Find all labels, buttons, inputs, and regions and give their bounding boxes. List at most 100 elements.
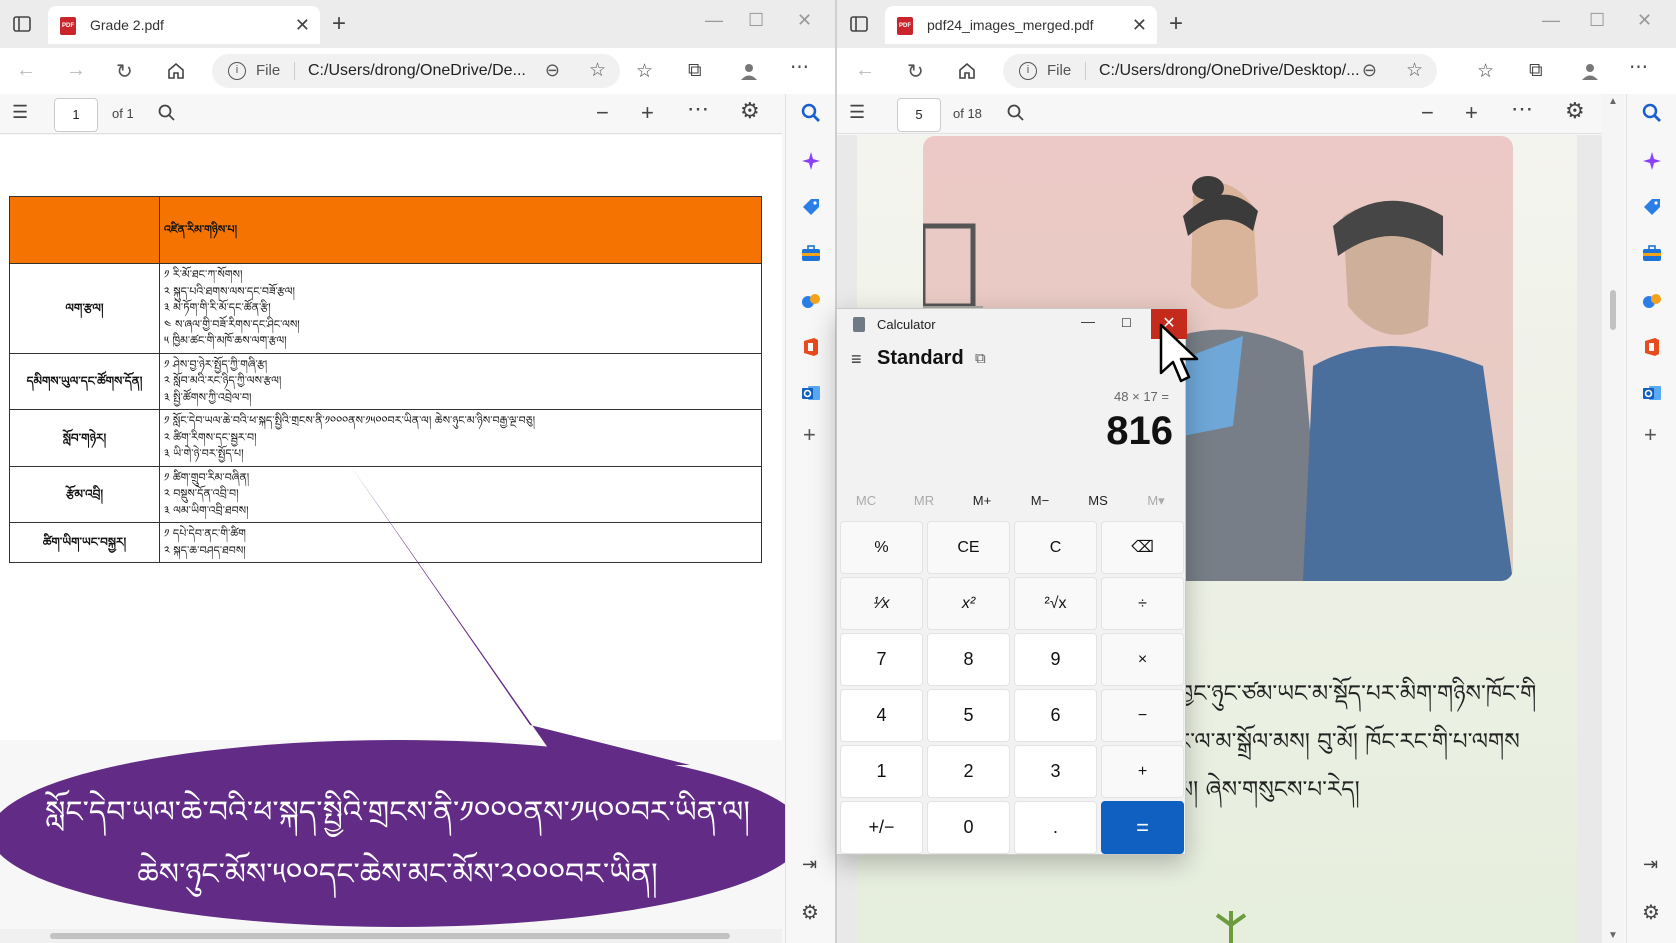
m-plus-button[interactable]: M+ (953, 493, 1011, 508)
add-sidebar-app-icon[interactable]: + (803, 422, 816, 448)
outlook-icon[interactable] (800, 382, 822, 404)
forward-icon[interactable]: → (66, 59, 86, 82)
digit-3-button[interactable]: 3 (1014, 745, 1097, 798)
close-tab-icon[interactable]: ✕ (1132, 15, 1147, 36)
outlook-icon[interactable] (1641, 382, 1663, 404)
favorite-star-icon[interactable]: ☆ (589, 59, 606, 82)
zoom-out-icon[interactable]: − (1421, 100, 1434, 126)
scrollbar-thumb[interactable] (50, 933, 730, 939)
sidebar-search-icon[interactable] (1641, 102, 1663, 124)
backspace-button[interactable]: ⌫ (1101, 521, 1184, 574)
digit-6-button[interactable]: 6 (1014, 689, 1097, 742)
mr-button[interactable]: MR (895, 493, 953, 508)
mc-button[interactable]: MC (837, 493, 895, 508)
office-icon[interactable] (800, 336, 822, 358)
collections-icon[interactable]: ⧉ (1529, 60, 1543, 82)
horizontal-scrollbar[interactable] (0, 929, 782, 943)
calc-minimize-icon[interactable]: — (1081, 313, 1095, 329)
subtract-button[interactable]: − (1101, 689, 1184, 742)
digit-9-button[interactable]: 9 (1014, 633, 1097, 686)
new-tab-button[interactable]: + (1169, 10, 1183, 38)
close-window-icon[interactable]: ✕ (797, 10, 812, 31)
square-button[interactable]: x² (927, 577, 1010, 630)
favorite-star-icon[interactable]: ☆ (1406, 59, 1423, 82)
profile-icon[interactable] (1579, 60, 1601, 82)
hamburger-menu-icon[interactable]: ≡ (851, 349, 862, 370)
clear-entry-button[interactable]: CE (927, 521, 1010, 574)
negate-button[interactable]: +/− (840, 801, 923, 854)
page-number-input[interactable]: 5 (897, 98, 941, 132)
sidebar-settings-icon[interactable]: ⚙ (801, 900, 819, 925)
digit-0-button[interactable]: 0 (927, 801, 1010, 854)
percent-button[interactable]: % (840, 521, 923, 574)
url-field[interactable]: i File C:/Users/drong/OneDrive/De... ⊖ ☆ (212, 54, 620, 88)
tools-briefcase-icon[interactable] (800, 242, 822, 264)
maximize-icon[interactable]: ☐ (748, 10, 764, 31)
zoom-in-icon[interactable]: + (641, 100, 654, 126)
info-icon[interactable]: i (228, 62, 246, 80)
search-icon[interactable] (158, 104, 176, 122)
digit-4-button[interactable]: 4 (840, 689, 923, 742)
reciprocal-button[interactable]: ¹⁄x (840, 577, 923, 630)
table-of-contents-icon[interactable]: ☰ (12, 102, 28, 123)
sidebar-search-icon[interactable] (800, 102, 822, 124)
scrollbar-thumb[interactable] (1610, 290, 1616, 330)
zoom-icon[interactable]: ⊖ (1362, 60, 1377, 81)
favorites-icon[interactable]: ☆ (636, 60, 653, 83)
vertical-scrollbar[interactable]: ▲ ▼ (1602, 94, 1624, 943)
games-icon[interactable] (800, 290, 822, 312)
search-icon[interactable] (1007, 104, 1025, 122)
pdf-settings-icon[interactable]: ⚙ (740, 98, 760, 124)
shopping-tag-icon[interactable] (1641, 196, 1663, 218)
minimize-icon[interactable]: — (705, 10, 723, 31)
minimize-icon[interactable]: — (1542, 10, 1560, 31)
zoom-in-icon[interactable]: + (1465, 100, 1478, 126)
tab-actions-icon[interactable] (12, 14, 32, 34)
new-tab-button[interactable]: + (332, 10, 346, 38)
games-icon[interactable] (1641, 290, 1663, 312)
m-minus-button[interactable]: M− (1011, 493, 1069, 508)
decimal-button[interactable]: . (1014, 801, 1097, 854)
home-icon[interactable] (166, 61, 186, 81)
equals-button[interactable]: = (1101, 801, 1184, 854)
back-icon[interactable]: ← (855, 59, 875, 82)
shopping-tag-icon[interactable] (800, 196, 822, 218)
digit-1-button[interactable]: 1 (840, 745, 923, 798)
maximize-icon[interactable]: ☐ (1589, 10, 1605, 31)
digit-5-button[interactable]: 5 (927, 689, 1010, 742)
keep-on-top-icon[interactable]: ⧉ (975, 350, 986, 367)
tab-grade2[interactable]: PDF Grade 2.pdf ✕ (48, 6, 320, 44)
office-icon[interactable] (1641, 336, 1663, 358)
tools-briefcase-icon[interactable] (1641, 242, 1663, 264)
digit-2-button[interactable]: 2 (927, 745, 1010, 798)
clear-button[interactable]: C (1014, 521, 1097, 574)
divide-button[interactable]: ÷ (1101, 577, 1184, 630)
close-window-icon[interactable]: ✕ (1637, 10, 1652, 31)
zoom-icon[interactable]: ⊖ (545, 60, 560, 81)
info-icon[interactable]: i (1019, 62, 1037, 80)
hide-sidebar-icon[interactable]: ⇥ (1643, 854, 1658, 875)
pdf-more-icon[interactable]: ⋯ (687, 96, 709, 122)
more-options-icon[interactable]: ⋯ (790, 56, 809, 79)
zoom-out-icon[interactable]: − (596, 100, 609, 126)
back-icon[interactable]: ← (16, 59, 36, 82)
refresh-icon[interactable]: ↻ (907, 59, 924, 84)
add-sidebar-app-icon[interactable]: + (1644, 422, 1657, 448)
add-button[interactable]: + (1101, 745, 1184, 798)
pdf-more-icon[interactable]: ⋯ (1511, 96, 1533, 122)
tab-actions-icon[interactable] (849, 14, 869, 34)
scroll-up-icon[interactable]: ▲ (1608, 96, 1618, 107)
close-tab-icon[interactable]: ✕ (295, 15, 310, 36)
sqrt-button[interactable]: ²√x (1014, 577, 1097, 630)
memory-list-button[interactable]: M▾ (1127, 493, 1185, 509)
ms-button[interactable]: MS (1069, 493, 1127, 508)
multiply-button[interactable]: × (1101, 633, 1184, 686)
copilot-icon[interactable] (800, 150, 822, 172)
home-icon[interactable] (957, 61, 977, 81)
tab-pdf24-merged[interactable]: PDF pdf24_images_merged.pdf ✕ (885, 6, 1157, 44)
collections-icon[interactable]: ⧉ (688, 60, 702, 82)
page-number-input[interactable]: 1 (54, 98, 98, 132)
refresh-icon[interactable]: ↻ (116, 59, 133, 84)
more-options-icon[interactable]: ⋯ (1629, 56, 1648, 79)
scroll-down-icon[interactable]: ▼ (1608, 930, 1618, 941)
